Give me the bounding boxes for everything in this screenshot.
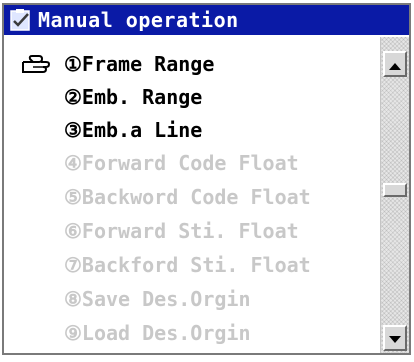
menu-item-label: ④Forward Code Float <box>64 151 299 175</box>
menu-item-label: ⑧Save Des.Orgin <box>64 287 251 311</box>
menu-item-label: ⑨Load Des.Orgin <box>64 321 251 345</box>
window-title: Manual operation <box>38 8 239 32</box>
menu-item-backword-code-float: ⑤Backword Code Float <box>4 180 380 214</box>
menu-item-backford-sti-float: ⑦Backford Sti. Float <box>4 248 380 282</box>
menu-item-forward-sti-float: ⑥Forward Sti. Float <box>4 214 380 248</box>
menu-item-emb-a-line[interactable]: ③Emb.a Line <box>4 113 380 147</box>
menu-item-emb-range[interactable]: ②Emb. Range <box>4 80 380 114</box>
vertical-scrollbar[interactable] <box>380 37 409 353</box>
menu-item-forward-code-float: ④Forward Code Float <box>4 146 380 180</box>
scroll-up-button[interactable] <box>383 51 407 77</box>
menu-item-label: ③Emb.a Line <box>64 118 203 142</box>
menu-item-label: ⑥Forward Sti. Float <box>64 219 299 243</box>
menu-item-label: ⑤Backword Code Float <box>64 185 311 209</box>
menu-item-label: ②Emb. Range <box>64 85 203 109</box>
menu-item-frame-range[interactable]: ①Frame Range <box>4 47 380 81</box>
pointing-hand-icon <box>20 52 56 76</box>
clipboard-check-icon <box>8 7 34 33</box>
menu-item-label: ①Frame Range <box>64 52 215 76</box>
menu-item-load-des-orgin: ⑨Load Des.Orgin <box>4 316 380 350</box>
arrow-down-icon <box>389 329 401 348</box>
scroll-thumb[interactable] <box>383 183 407 197</box>
scroll-down-button[interactable] <box>383 325 407 351</box>
arrow-up-icon <box>389 55 401 74</box>
menu-item-label: ⑦Backford Sti. Float <box>64 253 311 277</box>
menu-item-save-des-orgin: ⑧Save Des.Orgin <box>4 282 380 316</box>
manual-operation-window: Manual operation ①Frame Range ②Emb. Rang… <box>2 3 411 355</box>
title-bar: Manual operation <box>4 5 409 35</box>
operation-menu-list: ①Frame Range ②Emb. Range ③Emb.a Line ④Fo… <box>4 37 380 353</box>
